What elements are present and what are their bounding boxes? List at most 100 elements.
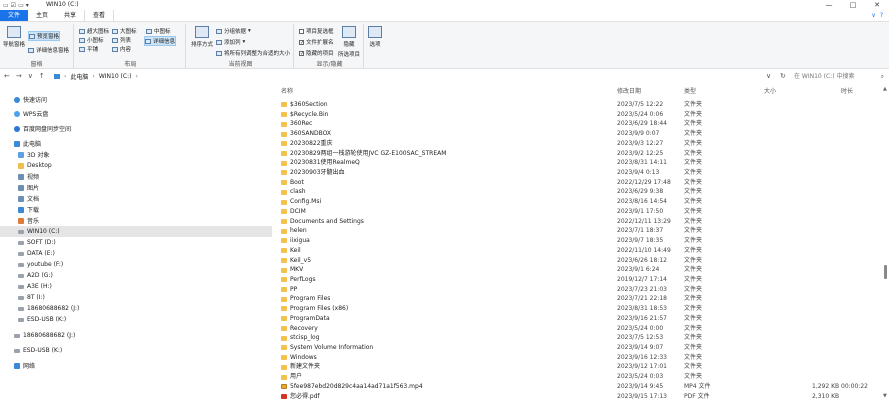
layout-content[interactable]: 内容 [112,45,131,53]
minimize-button[interactable]: — [817,0,841,10]
breadcrumb-separator-icon[interactable]: › [64,73,66,80]
file-row[interactable]: stcisp_log 2023/7/5 12:53 文件夹 [279,333,879,343]
file-row[interactable]: 360SANDBOX 2023/9/9 0:07 文件夹 [279,129,879,139]
file-row[interactable]: 20230903牙髓出血 2023/9/4 0:13 文件夹 [279,168,879,178]
layout-tiles[interactable]: 平铺 [79,45,98,53]
file-row[interactable]: 5fee987ebd20d829c4aa14ad71a1f563.mp4 2023… [279,382,879,392]
sidebar-item[interactable]: 文档 [0,193,272,204]
properties-icon[interactable]: ☑ [11,2,16,9]
sidebar-item[interactable]: 下载 [0,204,272,215]
tab-home[interactable]: 主页 [28,10,56,21]
file-row[interactable]: PP 2023/7/23 21:03 文件夹 [279,285,879,295]
refresh-icon[interactable]: ↻ [780,72,786,80]
breadcrumb-separator-icon[interactable]: › [135,73,137,80]
sidebar-item[interactable]: A3E (H:) [0,281,272,292]
file-row[interactable]: $360Section 2023/7/5 12:22 文件夹 [279,100,879,110]
file-row[interactable]: Windows 2023/9/16 12:33 文件夹 [279,353,879,363]
sidebar-item[interactable]: 8T (I:) [0,292,272,303]
file-row[interactable]: $Recycle.Bin 2023/5/24 0:06 文件夹 [279,110,879,120]
back-arrow-icon[interactable]: ← [4,72,10,80]
layout-medium-icons[interactable]: 中图标 [146,27,171,35]
file-row[interactable]: ProgramData 2023/9/16 21:57 文件夹 [279,314,879,324]
file-ext-toggle[interactable]: ✓ 文件扩展名 [299,38,334,46]
file-row[interactable]: Program Files (x86) 2023/8/31 18:53 文件夹 [279,304,879,314]
file-row[interactable]: Keil_v5 2023/6/26 18:12 文件夹 [279,256,879,266]
scroll-down-icon[interactable]: ▼ [883,393,887,399]
preview-pane-button[interactable]: 预览窗格 [28,31,61,41]
column-header-size[interactable]: 大小 [764,86,776,95]
sidebar-item[interactable]: youtube (F:) [0,259,272,270]
breadcrumb[interactable]: › 此电脑 › WIN10 (C:) › [54,72,138,81]
sidebar-item[interactable]: 18680688682 (J:) [0,303,272,314]
checkbox-checked[interactable]: ✓ [299,39,304,45]
file-row[interactable]: Program Files 2023/7/21 22:18 文件夹 [279,294,879,304]
group-by-button[interactable]: 分组依据 ▾ [216,27,251,35]
sidebar-item[interactable]: A2D (G:) [0,270,272,281]
checkbox-unchecked[interactable] [299,28,304,34]
file-row[interactable]: System Volume Information 2023/9/14 9:07 文… [279,343,879,353]
sidebar-item[interactable]: 此电脑 [0,138,272,149]
add-column-button[interactable]: 添加列 ▾ [216,38,245,46]
breadcrumb-item[interactable]: 此电脑 [70,72,88,81]
file-row[interactable]: helen 2023/7/1 18:37 文件夹 [279,226,879,236]
sidebar-item[interactable]: ESD-USB (K:) [0,345,272,356]
breadcrumb-separator-icon[interactable]: › [92,73,94,80]
layout-details[interactable]: 详细信息 [144,36,177,46]
maximize-button[interactable]: □ [841,0,865,10]
sidebar-item[interactable]: 3D 对象 [0,149,272,160]
file-row[interactable]: 20230831使用RealmeQ 2023/8/31 14:11 文件夹 [279,158,879,168]
sidebar-item[interactable]: 视频 [0,171,272,182]
checkbox-checked[interactable]: ✓ [299,50,304,56]
forward-arrow-icon[interactable]: → [16,72,22,80]
history-dropdown-icon[interactable]: ∨ [766,72,771,80]
layout-large-icons[interactable]: 大图标 [112,27,137,35]
layout-list[interactable]: 列表 [112,36,131,44]
sidebar-item[interactable]: WIN10 (C:) [0,226,272,237]
layout-small-icons[interactable]: 小图标 [79,36,104,44]
layout-extra-large-icons[interactable]: 超大图标 [79,27,109,35]
file-row[interactable]: clash 2023/6/29 9:38 文件夹 [279,187,879,197]
sidebar-item[interactable]: 图片 [0,182,272,193]
column-header-duration[interactable]: 时长 [841,86,853,95]
sidebar-item[interactable]: 网络 [0,360,272,371]
sort-by-button[interactable]: 排序方式 [191,26,213,48]
column-header-name[interactable]: 名称 [281,86,293,95]
nav-pane-button[interactable]: 导航窗格 [3,26,25,48]
options-button[interactable]: 选项 [368,26,382,48]
sidebar-item[interactable]: ESD-USB (K:) [0,314,272,325]
file-row[interactable]: 用户 2023/5/24 0:03 文件夹 [279,372,879,382]
sidebar-item[interactable]: 百度网盘同步空间 [0,123,272,134]
hide-selected-button[interactable]: 隐藏 所选项目 [338,26,360,58]
file-row[interactable]: 新建文件夹 2023/9/12 17:01 文件夹 [279,362,879,372]
dropdown-icon[interactable]: ▾ [26,2,29,9]
up-arrow-icon[interactable]: ↑ [39,72,45,80]
file-row[interactable]: 20230822重庆 2023/9/3 12:27 文件夹 [279,139,879,149]
chevron-down-icon[interactable]: ∨ [871,12,875,19]
fit-columns-button[interactable]: 将所有列调整为合适的大小 [216,49,290,57]
tab-share[interactable]: 共享 [56,10,84,21]
sidebar-item[interactable]: 音乐 [0,215,272,226]
breadcrumb-item[interactable]: WIN10 (C:) [99,73,132,80]
close-button[interactable]: ✕ [865,0,889,10]
file-row[interactable]: PerfLogs 2019/12/7 17:14 文件夹 [279,275,879,285]
file-row[interactable]: iixigua 2023/9/7 18:35 文件夹 [279,236,879,246]
details-pane-button[interactable]: 详细信息窗格 [28,46,69,54]
file-row[interactable]: 20230829两组一栈游轮使用JVC GZ-E100SAC_STREAM 202… [279,149,879,159]
sidebar-item[interactable]: WPS云盘 [0,108,272,119]
folder-icon[interactable]: ▭ [3,2,9,9]
help-icon[interactable]: ? [880,12,883,19]
item-checkbox-toggle[interactable]: 项目复选框 [299,27,334,35]
file-row[interactable]: Recovery 2023/5/24 0:00 文件夹 [279,324,879,334]
column-header-date[interactable]: 修改日期 [617,86,641,95]
file-row[interactable]: MKV 2023/9/1 6:24 文件夹 [279,265,879,275]
file-row[interactable]: Boot 2022/12/29 17:48 文件夹 [279,178,879,188]
sidebar-item[interactable]: 快速访问 [0,94,272,105]
scroll-up-icon[interactable]: ▲ [883,86,887,92]
file-row[interactable]: Keil 2022/11/10 14:49 文件夹 [279,246,879,256]
file-row[interactable]: DCIM 2023/9/1 17:50 文件夹 [279,207,879,217]
column-header-type[interactable]: 类型 [684,86,696,95]
file-row[interactable]: 360Rec 2023/6/29 18:44 文件夹 [279,119,879,129]
file-row[interactable]: Config.Msi 2023/8/16 14:54 文件夹 [279,197,879,207]
sidebar-item[interactable]: DATA (E:) [0,248,272,259]
tab-view[interactable]: 查看 [84,10,115,21]
